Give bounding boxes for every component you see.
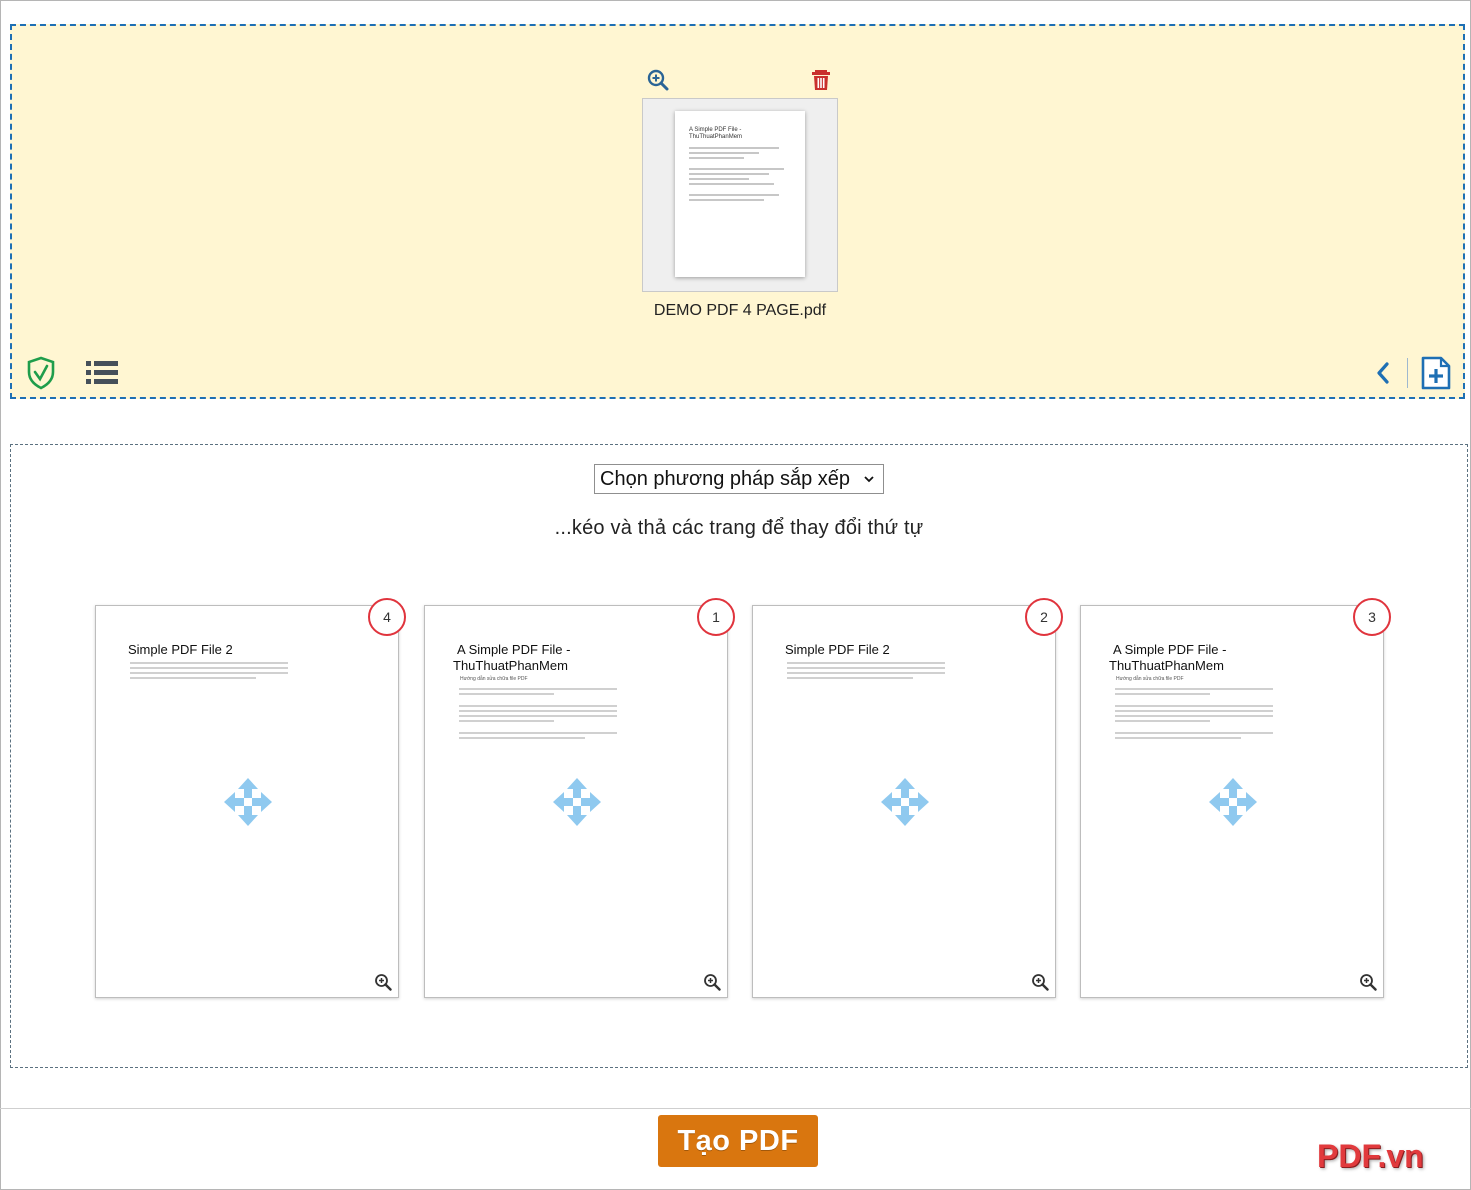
zoom-in-icon[interactable] (1031, 973, 1049, 991)
page-number-badge: 4 (368, 598, 406, 636)
list-view-icon[interactable] (86, 360, 118, 386)
page-thumbnail[interactable]: A Simple PDF File - ThuThuatPhanMem Hướng … (424, 598, 735, 998)
move-icon (553, 778, 601, 826)
page-text-preview (459, 688, 617, 742)
zoom-in-icon[interactable] (374, 973, 392, 991)
page-title: Simple PDF File 2 (128, 642, 233, 657)
file-card[interactable]: A Simple PDF File - ThuThuatPhanMem DEMO… (642, 64, 838, 320)
page-text-preview (1115, 688, 1273, 742)
move-icon (1209, 778, 1257, 826)
drag-hint: ...kéo và thả các trang để thay đổi thứ … (554, 517, 924, 539)
file-name: DEMO PDF 4 PAGE.pdf (653, 302, 827, 319)
page-title: A Simple PDF File - (1113, 642, 1227, 657)
page-title: A Simple PDF File - (457, 642, 571, 657)
sort-method-label: Chọn phương pháp sắp xếp (600, 467, 851, 490)
brand-logo: PDF.vn (1317, 1138, 1424, 1174)
page-thumbnail[interactable]: Simple PDF File 2 2 (752, 598, 1063, 998)
file-thumbnail-page: A Simple PDF File - ThuThuatPhanMem (675, 111, 805, 277)
footer-divider (0, 1108, 1471, 1109)
page-subtitle: Hướng dẫn sửa chữa file PDF (1116, 676, 1184, 682)
add-file-icon[interactable] (1420, 356, 1452, 390)
page-thumbnail[interactable]: Simple PDF File 2 4 (95, 598, 406, 998)
shield-check-icon[interactable] (26, 356, 56, 390)
thumbnail-text (689, 147, 789, 204)
trash-icon[interactable] (809, 68, 833, 92)
page-subtitle: Hướng dẫn sửa chữa file PDF (460, 676, 528, 682)
upload-dropzone[interactable]: A Simple PDF File - ThuThuatPhanMem DEMO… (10, 24, 1465, 399)
zoom-in-icon[interactable] (1359, 973, 1377, 991)
page-number-badge: 3 (1353, 598, 1391, 636)
zoom-in-icon[interactable] (646, 68, 670, 92)
pages-area: Chọn phương pháp sắp xếp ...kéo và thả c… (10, 444, 1468, 1068)
file-tools (642, 64, 838, 98)
thumbnail-title: A Simple PDF File - ThuThuatPhanMem (689, 127, 743, 140)
create-pdf-button[interactable]: Tạo PDF (658, 1115, 818, 1167)
move-icon (881, 778, 929, 826)
move-icon (224, 778, 272, 826)
file-thumbnail[interactable]: A Simple PDF File - ThuThuatPhanMem (642, 98, 838, 292)
page-thumbnail[interactable]: A Simple PDF File - ThuThuatPhanMem Hướng … (1080, 598, 1391, 998)
page-title: Simple PDF File 2 (785, 642, 890, 657)
chevron-down-icon (864, 476, 874, 483)
page-text-preview (130, 662, 288, 682)
zoom-in-icon[interactable] (703, 973, 721, 991)
page-text-preview (787, 662, 945, 682)
page-title-line2: ThuThuatPhanMem (453, 658, 568, 673)
page-title-line2: ThuThuatPhanMem (1109, 658, 1224, 673)
toolbar-divider (1407, 358, 1408, 388)
sort-method-select[interactable]: Chọn phương pháp sắp xếp (594, 464, 884, 494)
chevron-left-icon[interactable] (1374, 360, 1392, 386)
page-number-badge: 1 (697, 598, 735, 636)
page-number-badge: 2 (1025, 598, 1063, 636)
